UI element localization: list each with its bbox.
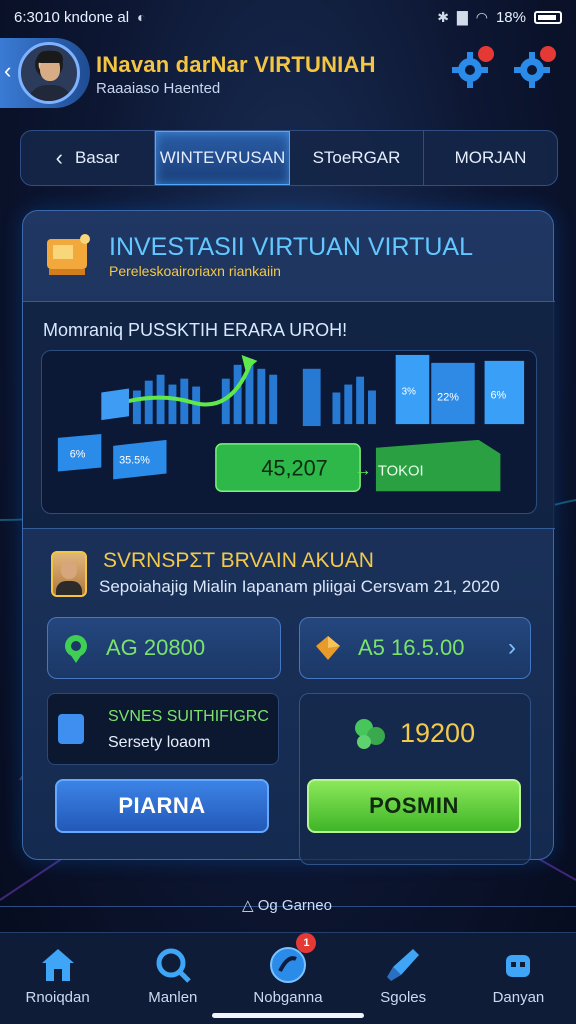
cube-2: 22% — [431, 362, 475, 425]
page-title: INavan darNar VIRTUNIAH — [96, 52, 376, 77]
left-card-1: 6% — [57, 433, 102, 472]
svg-text:TOKOI: TOKOI — [378, 463, 424, 479]
nav-item-games[interactable]: 1 Nobganna — [230, 933, 345, 1024]
tab-label: SToeRGAR — [312, 148, 401, 167]
battery-percent: 18% — [495, 8, 526, 26]
earnings-stat[interactable]: A5 16.5.00 › — [299, 617, 531, 679]
account-description: Sepoiahajig Mialin Iapanam pliigai Cersv… — [99, 577, 500, 596]
avatar[interactable] — [18, 42, 80, 104]
game-controller-icon: △ — [242, 897, 254, 914]
tab-stoergar[interactable]: SToeRGAR — [290, 131, 424, 185]
nav-item-robot[interactable]: Danyan — [461, 933, 576, 1024]
robot-icon — [506, 955, 531, 977]
app-header: ‹ INavan darNar VIRTUNIAH Raaaiaso Haent… — [0, 38, 576, 108]
signal-icon: ▇ — [456, 8, 468, 25]
tab-label: WINTEVRUSAN — [159, 148, 286, 167]
settings-gear-icon[interactable] — [512, 46, 556, 90]
bluetooth-icon: ✱ — [437, 8, 449, 25]
footer-label: △ Og Garneo — [242, 897, 332, 914]
battery-icon — [534, 10, 562, 24]
money-stack-icon — [355, 719, 385, 749]
nav-label: Manlen — [148, 989, 198, 1006]
bottom-nav: Rnoiqdan Manlen 1 Nobganna Sgoles Danyan — [0, 932, 576, 1024]
earnings-value: A5 16.5.00 — [358, 635, 465, 660]
page-subtitle: Raaaiaso Haented — [96, 80, 221, 97]
primary-button[interactable]: PIARNA — [55, 779, 269, 833]
card-title: INVESTASII VIRTUAN VIRTUAL — [109, 233, 473, 261]
success-button[interactable]: POSMIN — [307, 779, 521, 833]
chart-panel: Momraniq PUSSKTIH ERARA UROH! 3% 22% 6% … — [23, 301, 555, 529]
nav-item-rocket[interactable]: Sgoles — [346, 933, 461, 1024]
balance-stat[interactable]: AG 20800 — [47, 617, 281, 679]
survey-card[interactable]: SVNES SUITHIFIGRC Sersety loaom — [47, 693, 279, 765]
left-card-2: 35.5% — [113, 439, 167, 480]
whatsapp-icon: ◐ — [137, 9, 146, 25]
tab-bar: ‹ Basar WINTEVRUSAN SToeRGAR MORJAN — [20, 130, 558, 186]
reward-value: 19200 — [400, 718, 476, 748]
gear-icon[interactable] — [450, 46, 494, 90]
cube-1: 3% — [395, 354, 430, 425]
nav-item-home[interactable]: Rnoiqdan — [0, 933, 115, 1024]
search-icon — [156, 948, 191, 983]
chart-heading: Momraniq PUSSKTIH ERARA UROH! — [43, 320, 348, 340]
survey-subtitle: Sersety loaom — [108, 734, 211, 751]
account-section: SVRNSPΣT BRVAIN AKUAN Sepoiahajig Mialin… — [23, 529, 555, 865]
home-icon — [41, 949, 74, 981]
tab-label: Basar — [74, 148, 120, 167]
svg-text:6%: 6% — [70, 449, 86, 461]
tab-label: MORJAN — [454, 148, 527, 167]
gift-box-icon — [316, 636, 340, 660]
nav-label: Danyan — [492, 989, 545, 1006]
notification-badge — [478, 46, 494, 62]
location-pin-icon — [65, 635, 87, 663]
status-time: 6:3010 kndone al — [14, 8, 130, 26]
svg-text:3%: 3% — [402, 386, 416, 397]
card-subtitle: Pereleskoairoriaxn riankaiin — [109, 263, 281, 279]
survey-title: SVNES SUITHIFIGRC — [108, 708, 269, 725]
notification-badge: 1 — [296, 933, 317, 953]
notification-badge — [540, 46, 556, 62]
chevron-right-icon: › — [508, 634, 516, 661]
balance-value: AG 20800 — [106, 635, 206, 660]
status-bar: 6:3010 kndone al ◐ ✱ ▇ ◠ 18% — [0, 0, 576, 34]
investment-card: INVESTASII VIRTUAN VIRTUAL Pereleskoairo… — [22, 210, 555, 865]
growth-chart: 3% 22% 6% 6% 35.5% 45,207 → TOKOI — [41, 350, 537, 514]
nav-label: Sgoles — [380, 989, 427, 1006]
svg-text:22%: 22% — [437, 391, 459, 403]
wifi-icon: ◠ — [475, 8, 488, 25]
nav-item-search[interactable]: Manlen — [115, 933, 230, 1024]
chevron-left-icon: ‹ — [55, 145, 63, 170]
chevron-left-icon: ‹ — [4, 58, 12, 83]
tab-morjan[interactable]: MORJAN — [424, 131, 557, 185]
nav-label: Nobganna — [253, 989, 323, 1006]
svg-text:→: → — [354, 459, 372, 479]
chart-bars — [132, 358, 376, 427]
svg-text:6%: 6% — [491, 389, 507, 401]
wallet-icon — [47, 234, 90, 275]
account-avatar — [51, 551, 87, 597]
document-icon — [58, 714, 84, 744]
tab-basar[interactable]: ‹ Basar — [21, 131, 155, 185]
rocket-icon — [387, 949, 420, 981]
tab-wintevrusan[interactable]: WINTEVRUSAN — [155, 131, 290, 185]
home-indicator — [212, 1013, 364, 1018]
nav-label: Rnoiqdan — [25, 989, 90, 1006]
cube-3: 6% — [484, 360, 525, 425]
svg-text:45,207: 45,207 — [261, 455, 327, 480]
svg-text:35.5%: 35.5% — [119, 455, 150, 467]
account-title: SVRNSPΣT BRVAIN AKUAN — [103, 549, 374, 572]
